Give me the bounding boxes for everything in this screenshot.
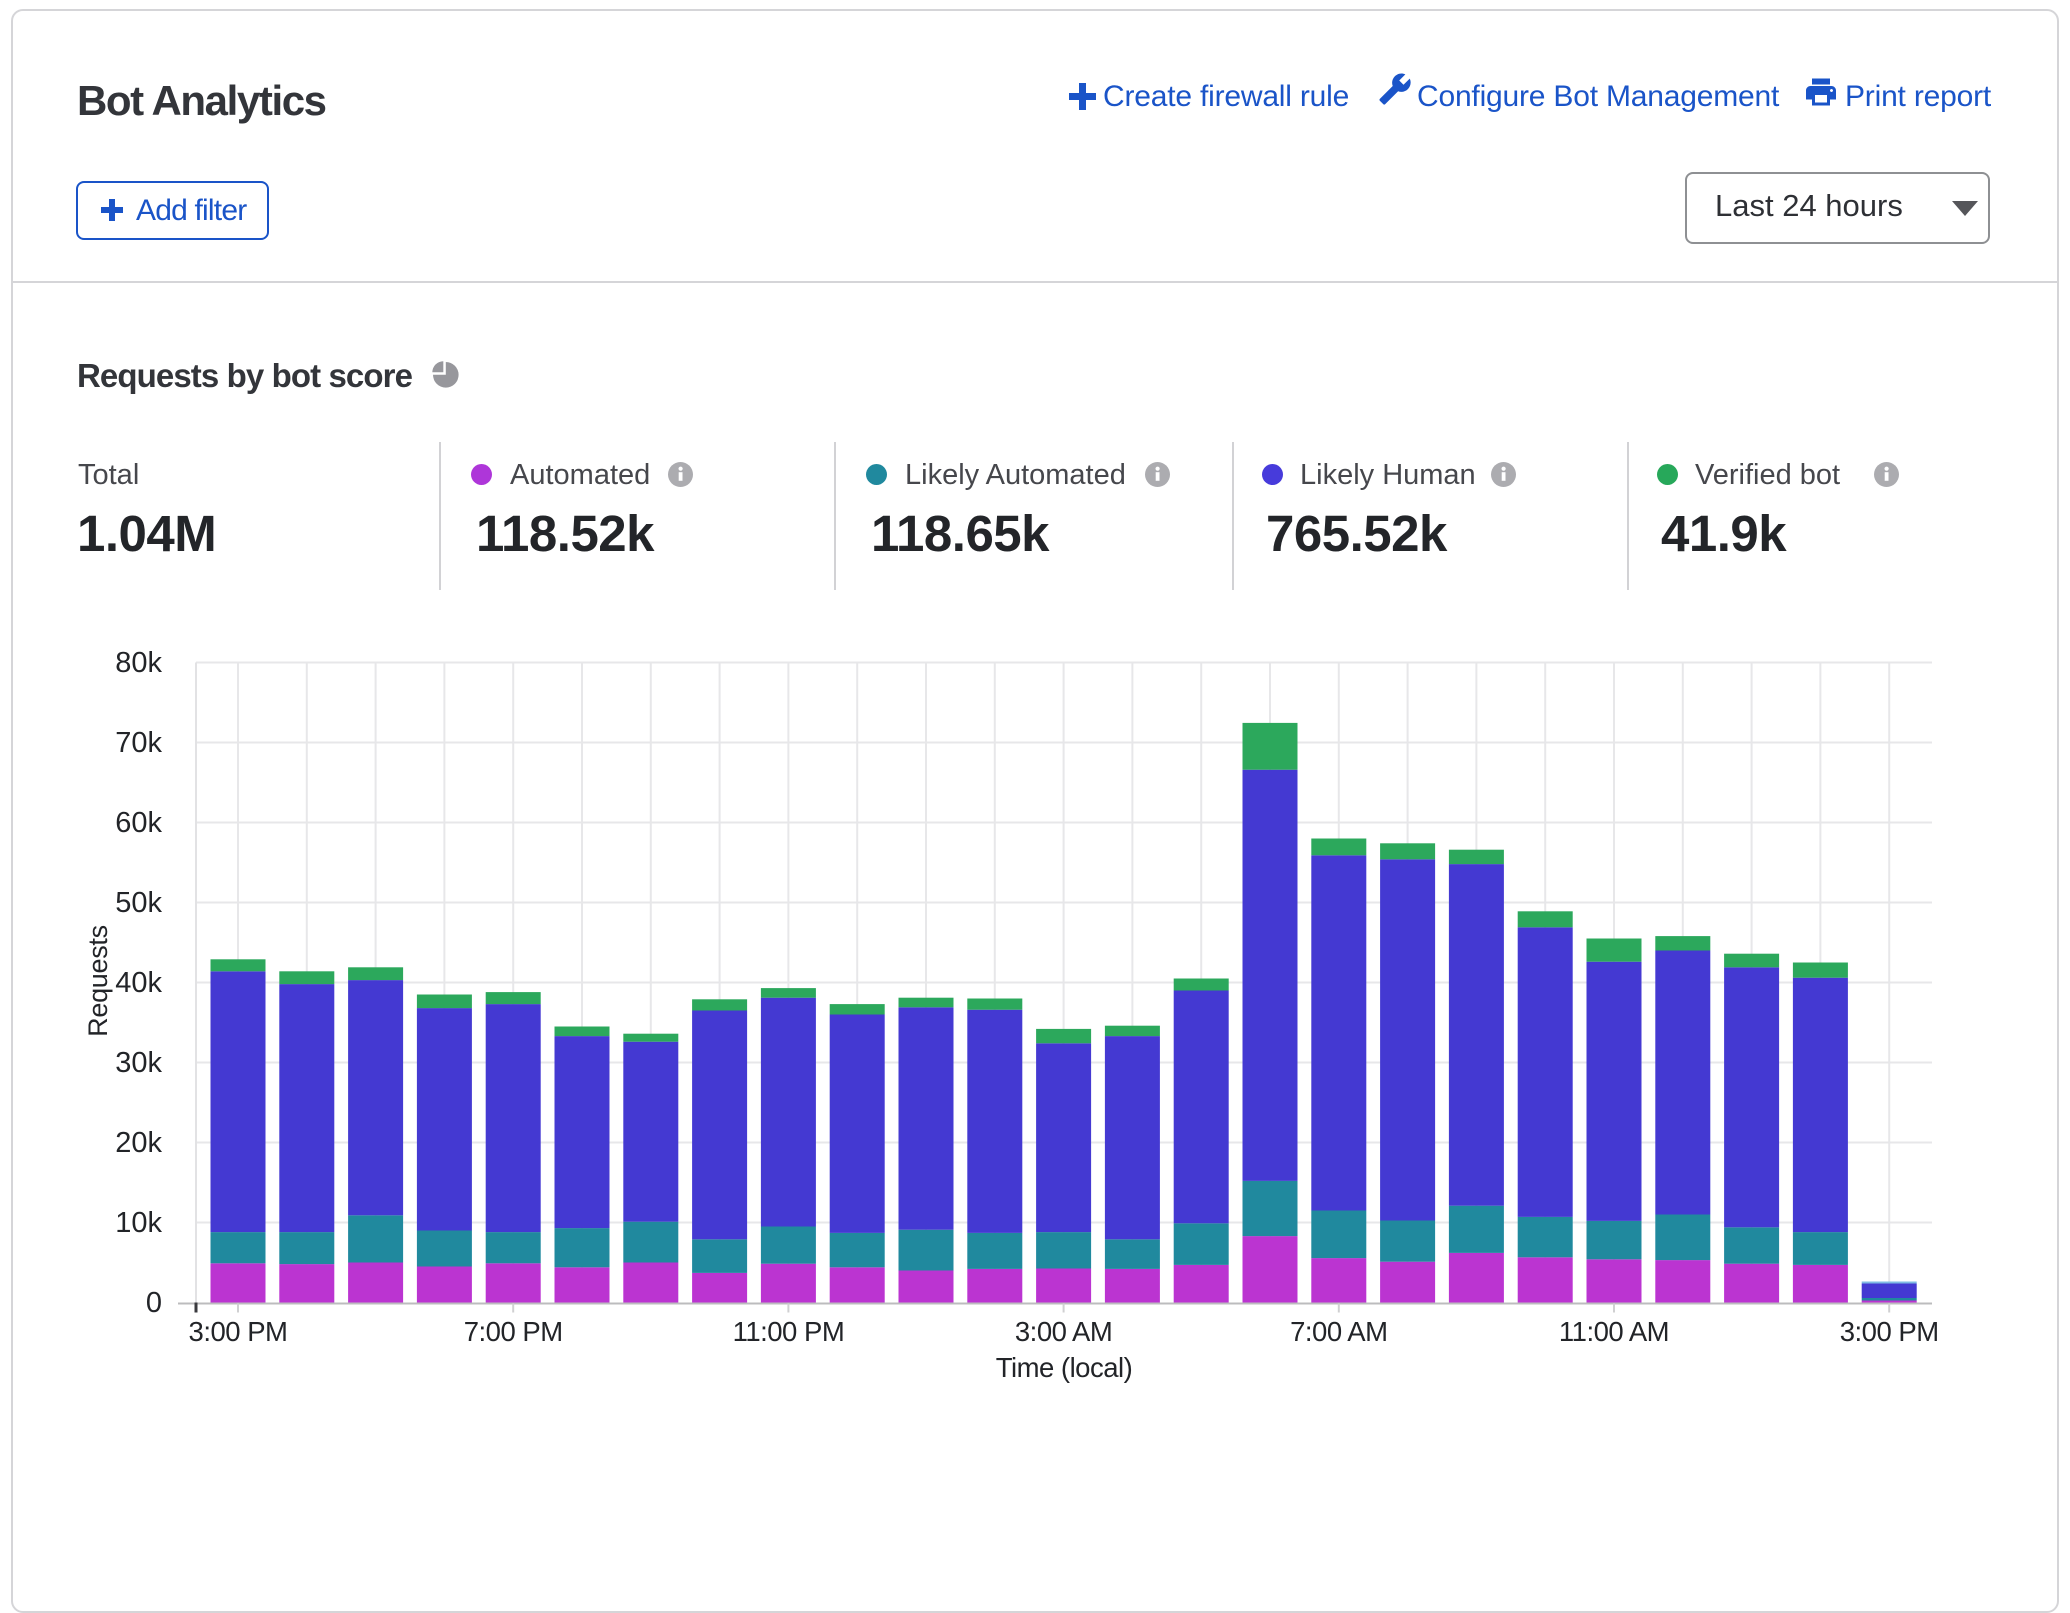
svg-text:0: 0 [146,1287,162,1319]
svg-text:11:00 PM: 11:00 PM [733,1316,845,1347]
svg-text:70k: 70k [115,727,162,759]
svg-text:50k: 50k [115,887,162,919]
svg-text:11:00 AM: 11:00 AM [1559,1316,1669,1347]
svg-text:3:00 PM: 3:00 PM [1840,1316,1939,1347]
svg-text:7:00 PM: 7:00 PM [464,1316,563,1347]
svg-text:3:00 PM: 3:00 PM [189,1316,288,1347]
svg-text:Requests: Requests [83,925,113,1037]
svg-text:3:00 AM: 3:00 AM [1015,1316,1112,1347]
svg-text:Time (local): Time (local) [996,1352,1133,1383]
svg-text:7:00 AM: 7:00 AM [1290,1316,1387,1347]
svg-text:40k: 40k [115,967,162,999]
svg-text:20k: 20k [115,1127,162,1159]
svg-text:80k: 80k [115,647,162,679]
svg-text:10k: 10k [115,1207,162,1239]
svg-text:60k: 60k [115,807,162,839]
svg-text:30k: 30k [115,1047,162,1079]
